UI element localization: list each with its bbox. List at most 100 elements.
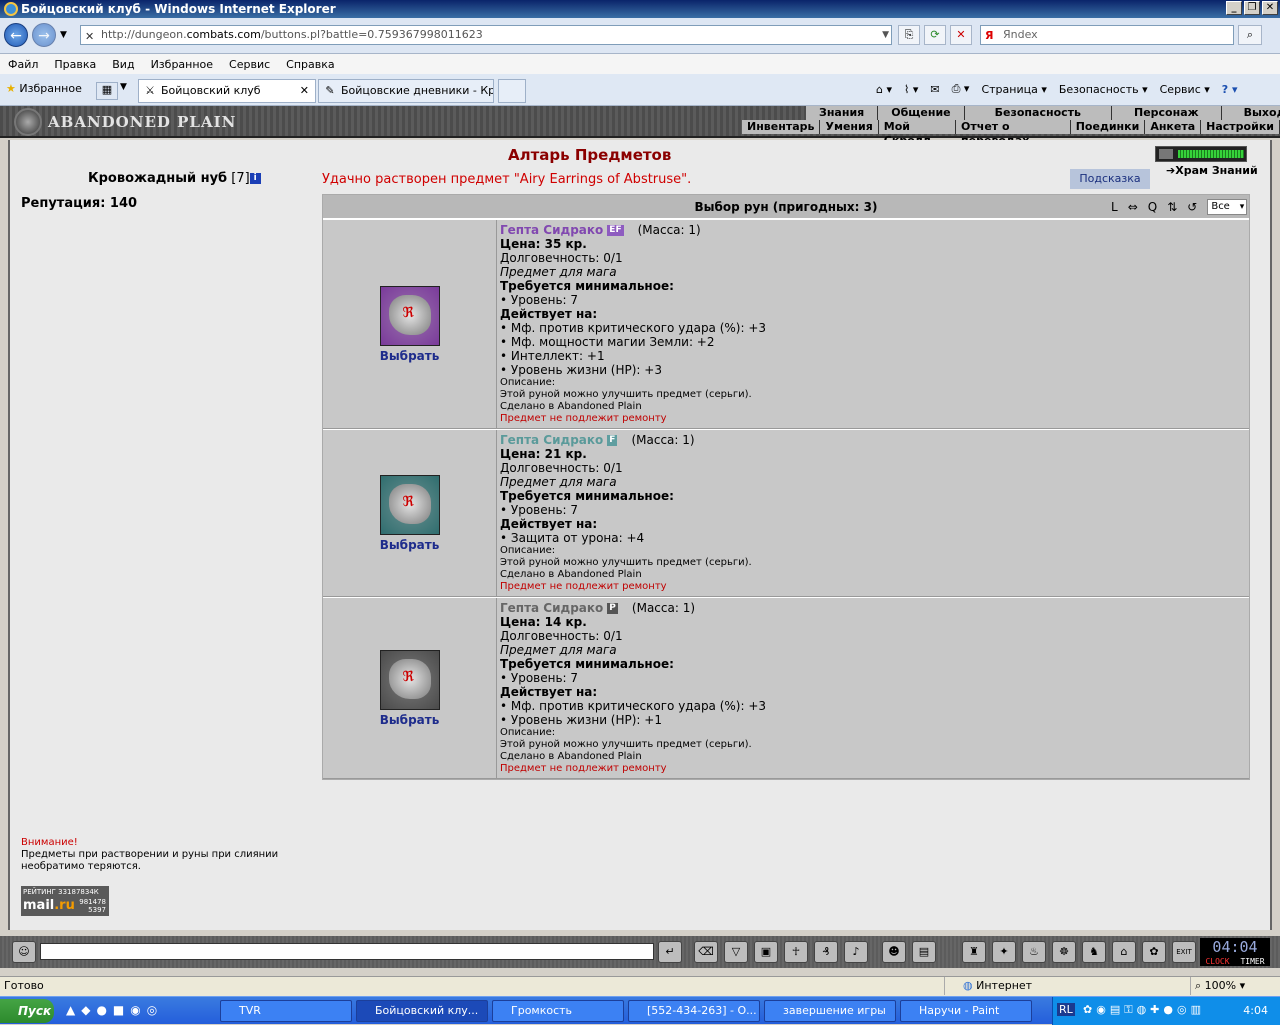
- rune-icon[interactable]: ℜ: [379, 285, 440, 346]
- print-icon[interactable]: ⎙ ▾: [952, 82, 970, 96]
- tray-icons[interactable]: ✿◉▤⚿◍✚●◎▥: [1083, 1003, 1205, 1017]
- rune-effect: • Мф. мощности магии Земли: +2: [500, 335, 715, 349]
- refresh-icon[interactable]: ⟳: [924, 25, 946, 45]
- task-volume[interactable]: Громкость: [492, 1000, 624, 1022]
- gauge-fill: [1178, 150, 1244, 158]
- nav-knowledge[interactable]: Знания: [806, 106, 879, 120]
- nav-battles[interactable]: Поединки: [1070, 120, 1146, 134]
- select-rune-button[interactable]: Выбрать: [380, 713, 440, 727]
- nav-my-scroll[interactable]: Мой Скролл: [878, 120, 957, 147]
- forward-button[interactable]: →: [32, 23, 56, 47]
- select-rune-button[interactable]: Выбрать: [380, 349, 440, 363]
- mask-icon[interactable]: ☸: [1052, 941, 1076, 963]
- nav-communication[interactable]: Общение: [878, 106, 965, 120]
- exit-icon[interactable]: EXIT: [1172, 941, 1196, 963]
- tools-menu[interactable]: Сервис ▾: [1160, 83, 1210, 96]
- smiley-icon[interactable]: ☻: [882, 941, 906, 963]
- reset-icon[interactable]: ↺: [1187, 200, 1197, 214]
- send-icon[interactable]: ↵: [658, 941, 682, 963]
- info-icon[interactable]: i: [249, 173, 261, 184]
- help-icon[interactable]: ? ▾: [1222, 83, 1238, 96]
- wand-icon[interactable]: ✦: [992, 941, 1016, 963]
- screen-icon[interactable]: ▤: [912, 941, 936, 963]
- task-fightclub[interactable]: Бойцовский клу...: [356, 1000, 488, 1022]
- nav-character[interactable]: Персонаж: [1112, 106, 1222, 120]
- quick-tabs-icon[interactable]: ▦: [96, 82, 118, 100]
- spy-icon[interactable]: ♞: [1082, 941, 1106, 963]
- safety-menu[interactable]: Безопасность ▾: [1059, 83, 1148, 96]
- url-dropdown-icon[interactable]: ▼: [882, 26, 889, 44]
- menu-file[interactable]: Файл: [8, 58, 38, 71]
- rss-icon[interactable]: ⌇ ▾: [904, 83, 918, 96]
- rune-name[interactable]: Гепта Сидрако: [500, 601, 603, 615]
- save-icon[interactable]: ▣: [754, 941, 778, 963]
- house-icon[interactable]: ⌂: [1112, 941, 1136, 963]
- potion-icon[interactable]: ♨: [1022, 941, 1046, 963]
- bag-icon[interactable]: ♜: [962, 941, 986, 963]
- rune-name[interactable]: Гепта Сидрако: [500, 433, 603, 447]
- sort-level-button[interactable]: L: [1111, 200, 1118, 214]
- search-go-icon[interactable]: ⌕: [1238, 25, 1262, 45]
- nav-security[interactable]: Безопасность: [964, 106, 1112, 120]
- sort-quality-button[interactable]: Q: [1148, 200, 1157, 214]
- task-game-end[interactable]: завершение игры: [764, 1000, 896, 1022]
- minimize-button[interactable]: _: [1226, 1, 1242, 15]
- sort-order-icon[interactable]: ⇅: [1167, 200, 1177, 214]
- nav-inventory[interactable]: Инвентарь: [742, 120, 821, 134]
- language-indicator[interactable]: RL: [1057, 1003, 1075, 1016]
- fighter-icon[interactable]: ☥: [784, 941, 808, 963]
- sort-swap-icon[interactable]: ⇔: [1128, 200, 1138, 214]
- nav-profile[interactable]: Анкета: [1145, 120, 1202, 134]
- home-icon[interactable]: ⌂ ▾: [876, 83, 892, 96]
- rune-icon[interactable]: ℜ: [379, 649, 440, 710]
- chat-head-icon[interactable]: ☺: [12, 941, 36, 963]
- tab-fightclub[interactable]: ⚔ Бойцовский клуб ✕: [138, 79, 316, 103]
- menu-favorites[interactable]: Избранное: [151, 58, 213, 71]
- menu-view[interactable]: Вид: [112, 58, 134, 71]
- new-tab-button[interactable]: [498, 79, 526, 103]
- menu-tools[interactable]: Сервис: [229, 58, 270, 71]
- friends-icon[interactable]: ✿: [1142, 941, 1166, 963]
- rune-name[interactable]: Гепта Сидрако: [500, 223, 603, 237]
- stop-icon[interactable]: ✕: [950, 25, 972, 45]
- hint-button[interactable]: Подсказка: [1070, 169, 1150, 189]
- menu-help[interactable]: Справка: [286, 58, 334, 71]
- mailru-counter[interactable]: РЕЙТИНГ 33187834К mail.ru 981478 5397: [21, 886, 109, 916]
- tab-diaries[interactable]: ✎ Бойцовские дневники - Кр...: [318, 79, 494, 103]
- rune-desc: Этой руной можно улучшить предмет (серьг…: [500, 739, 752, 750]
- favorites-button[interactable]: ★ Избранное: [6, 82, 82, 95]
- nav-exit[interactable]: Выход: [1221, 106, 1280, 120]
- quick-launch-icons[interactable]: ▲◆●■◉◎: [66, 1003, 163, 1017]
- nav-skills[interactable]: Умения: [820, 120, 879, 134]
- mail-icon[interactable]: ✉: [930, 83, 939, 96]
- history-dropdown-icon[interactable]: ▼: [60, 30, 67, 40]
- filter-icon[interactable]: ▽: [724, 941, 748, 963]
- select-rune-button[interactable]: Выбрать: [380, 538, 440, 552]
- rune-icon[interactable]: ℜ: [379, 474, 440, 535]
- filter-select[interactable]: Все: [1207, 199, 1248, 215]
- temple-link[interactable]: ➔Храм Знаний: [1166, 164, 1258, 177]
- task-paint[interactable]: Наручи - Paint: [900, 1000, 1032, 1022]
- task-tvr[interactable]: TVR: [220, 1000, 352, 1022]
- close-window-button[interactable]: ✕: [1262, 1, 1278, 15]
- back-button[interactable]: ←: [4, 23, 28, 47]
- taskbar: Пуск ▲◆●■◉◎ TVR Бойцовский клу... Громко…: [0, 996, 1280, 1025]
- close-tab-icon[interactable]: ✕: [300, 80, 309, 102]
- task-icq[interactable]: [552-434-263] - О...: [628, 1000, 760, 1022]
- compat-view-icon[interactable]: ⎘: [898, 25, 920, 45]
- start-button[interactable]: Пуск: [0, 999, 54, 1023]
- menu-edit[interactable]: Правка: [54, 58, 96, 71]
- zoom-control[interactable]: ⌕ 100% ▾: [1190, 977, 1245, 995]
- tab-list-dropdown-icon[interactable]: ▼: [120, 82, 127, 92]
- eraser-icon[interactable]: ⌫: [694, 941, 718, 963]
- private-icon[interactable]: ₰: [814, 941, 838, 963]
- star-icon: ★: [6, 82, 16, 95]
- maximize-button[interactable]: ❐: [1244, 1, 1260, 15]
- nav-settings[interactable]: Настройки: [1201, 120, 1280, 134]
- search-input[interactable]: Я Яndex: [980, 25, 1234, 45]
- url-input[interactable]: ✕ http://dungeon.combats.com/buttons.pl?…: [80, 25, 892, 45]
- music-icon[interactable]: ♪: [844, 941, 868, 963]
- nav-transfers[interactable]: Отчет о переводах: [956, 120, 1071, 147]
- page-menu[interactable]: Страница ▾: [981, 83, 1046, 96]
- chat-input[interactable]: [40, 943, 654, 960]
